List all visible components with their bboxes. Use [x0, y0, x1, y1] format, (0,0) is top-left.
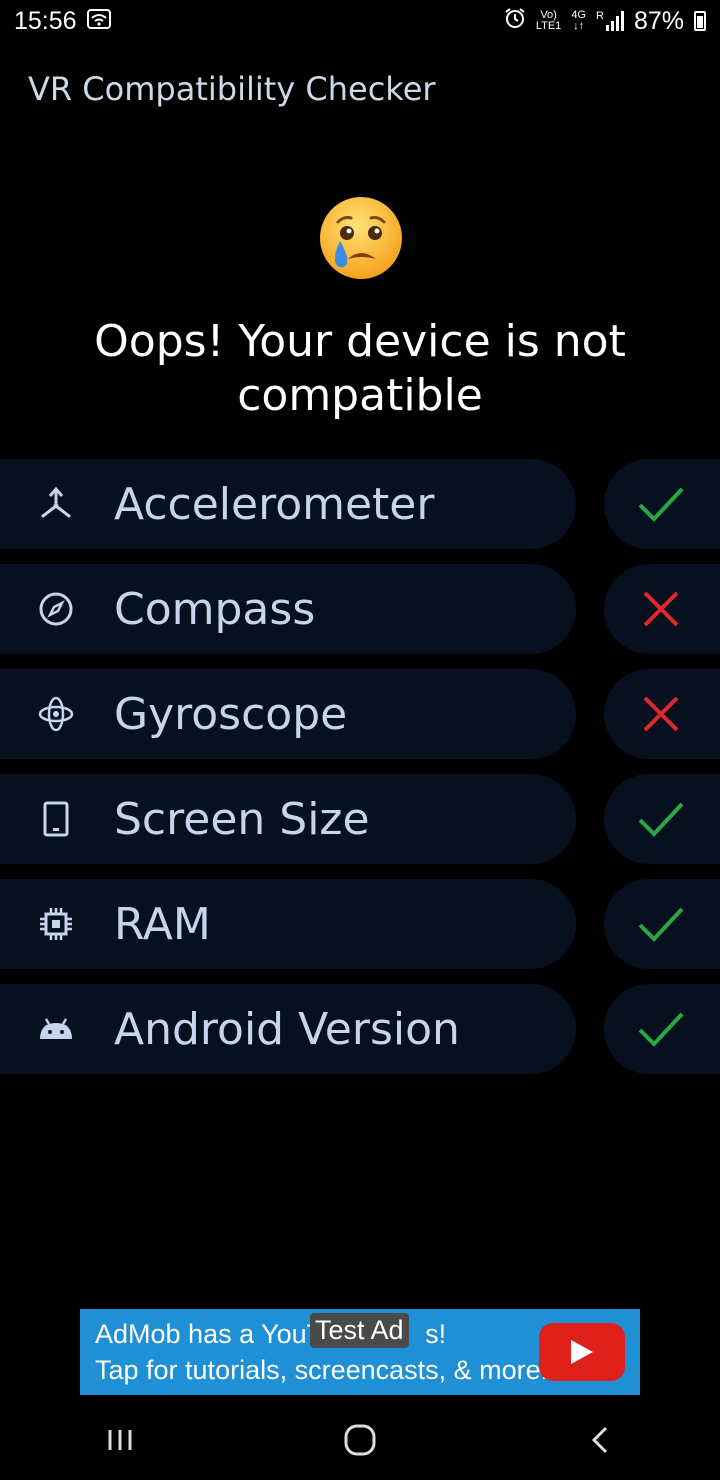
check-status-fail [604, 669, 720, 759]
checkmark-icon [638, 802, 684, 837]
check-row-screen-size: Screen Size [0, 774, 720, 864]
check-status-fail [604, 564, 720, 654]
check-label: Android Version [114, 1003, 460, 1055]
check-row-accelerometer: Accelerometer [0, 459, 720, 549]
back-button[interactable] [570, 1410, 630, 1470]
check-pill[interactable]: Android Version [0, 984, 576, 1074]
app-title: VR Compatibility Checker [28, 70, 436, 108]
checkmark-icon [638, 487, 684, 522]
check-label: Accelerometer [114, 478, 435, 530]
cross-icon [643, 591, 679, 627]
check-label: RAM [114, 898, 211, 950]
checkmark-icon [638, 907, 684, 942]
lte-text: LTE1 [535, 20, 562, 32]
gyroscope-icon [36, 694, 76, 734]
ad-line1-end: s! [425, 1319, 447, 1349]
compatibility-message: Oops! Your device is not compatible [94, 316, 626, 421]
test-ad-badge: Test Ad [310, 1313, 409, 1348]
status-bar: 15:56 Vo) LTE1 4G ↓↑ R 87% [0, 0, 720, 42]
wifi-icon [86, 7, 111, 36]
check-pill[interactable]: Screen Size [0, 774, 576, 864]
battery-icon [694, 11, 706, 31]
check-row-ram: RAM [0, 879, 720, 969]
check-row-compass: Compass [0, 564, 720, 654]
ad-line2: Tap for tutorials, screencasts, & more. [95, 1355, 549, 1385]
checks-list: Accelerometer Compass Gyroscope Screen S… [0, 459, 720, 1089]
compass-icon [36, 589, 76, 629]
ad-banner[interactable]: AdMob has a YouT s! Tap for tutorials, sc… [80, 1309, 640, 1395]
check-status-pass [604, 879, 720, 969]
ad-line1-start: AdMob has a YouT [95, 1319, 324, 1349]
chip-icon [36, 904, 76, 944]
alarm-icon [504, 7, 526, 36]
check-row-android-version: Android Version [0, 984, 720, 1074]
roaming-text: R [596, 10, 604, 22]
check-pill[interactable]: Accelerometer [0, 459, 576, 549]
check-label: Gyroscope [114, 688, 348, 740]
volte-indicator: Vo) LTE1 [536, 10, 561, 32]
network-indicator: 4G ↓↑ [571, 9, 586, 32]
check-pill[interactable]: Gyroscope [0, 669, 576, 759]
clock: 15:56 [14, 6, 77, 35]
cross-icon [643, 696, 679, 732]
recent-apps-button[interactable] [90, 1410, 150, 1470]
phone-screen-icon [36, 799, 76, 839]
checkmark-icon [638, 1012, 684, 1047]
home-button[interactable] [330, 1410, 390, 1470]
accelerometer-icon [36, 484, 76, 524]
check-status-pass [604, 984, 720, 1074]
check-status-pass [604, 774, 720, 864]
battery-percent: 87% [633, 6, 684, 35]
check-pill[interactable]: Compass [0, 564, 576, 654]
check-label: Screen Size [114, 793, 370, 845]
check-row-gyroscope: Gyroscope [0, 669, 720, 759]
check-status-pass [604, 459, 720, 549]
crying-face-icon [318, 195, 404, 281]
check-label: Compass [114, 583, 316, 635]
signal-icon: R [596, 11, 624, 31]
check-pill[interactable]: RAM [0, 879, 576, 969]
android-icon [36, 1009, 76, 1049]
network-text: 4G [571, 9, 586, 21]
youtube-play-icon [539, 1323, 625, 1381]
navigation-bar [0, 1400, 720, 1480]
